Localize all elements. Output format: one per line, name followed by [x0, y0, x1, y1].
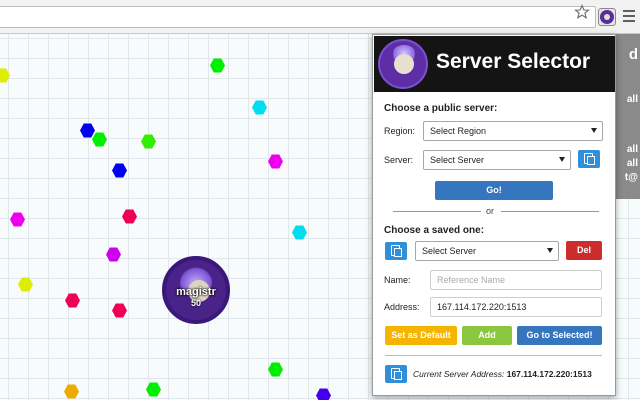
- address-bar[interactable]: [0, 6, 596, 28]
- or-label: or: [485, 206, 494, 216]
- star-icon[interactable]: [574, 4, 590, 20]
- food-pellet: [92, 132, 107, 147]
- food-pellet: [268, 154, 283, 169]
- popup-title: Server Selector: [436, 50, 591, 73]
- server-selector-extension-icon[interactable]: [598, 8, 616, 26]
- copy-public-server-button[interactable]: [578, 150, 600, 168]
- public-server-select[interactable]: Select Server: [423, 150, 571, 170]
- region-label: Region:: [384, 126, 416, 136]
- panel-text: t@: [624, 172, 638, 183]
- panel-text: d: [628, 46, 638, 63]
- public-server-select-value: Select Server: [430, 155, 485, 165]
- food-pellet: [146, 382, 161, 397]
- current-address-value: 167.114.172.220:1513: [506, 369, 592, 379]
- chevron-down-icon: [559, 157, 565, 162]
- panel-text: all: [626, 94, 638, 105]
- server-label: Server:: [384, 155, 414, 165]
- copy-saved-server-button[interactable]: [385, 242, 407, 260]
- food-pellet: [106, 247, 121, 262]
- food-pellet: [122, 209, 137, 224]
- reference-name-input[interactable]: Reference Name: [430, 270, 602, 290]
- player-mass: 50: [190, 298, 201, 308]
- popup-banner: Server Selector: [374, 36, 615, 92]
- divider: [393, 211, 481, 212]
- browser-toolbar: [0, 0, 640, 34]
- moon-logo-icon: [378, 39, 428, 89]
- region-select-value: Select Region: [430, 126, 487, 136]
- food-pellet: [10, 212, 25, 227]
- go-button[interactable]: Go!: [435, 181, 553, 200]
- player-name: magistr: [176, 286, 216, 298]
- food-pellet: [292, 225, 307, 240]
- copy-current-address-button[interactable]: [385, 365, 407, 383]
- food-pellet: [316, 388, 331, 400]
- copy-icon: [584, 153, 595, 165]
- food-pellet: [64, 384, 79, 399]
- set-default-button[interactable]: Set as Default: [385, 326, 457, 345]
- food-pellet: [268, 362, 283, 377]
- moon-logo-icon: [600, 10, 614, 24]
- current-address: Current Server Address: 167.114.172.220:…: [413, 369, 592, 379]
- copy-icon: [391, 368, 402, 380]
- hamburger-menu-icon[interactable]: [623, 10, 635, 22]
- chevron-down-icon: [591, 128, 597, 133]
- food-pellet: [112, 303, 127, 318]
- food-pellet: [65, 293, 80, 308]
- server-selector-popup: Server Selector Choose a public server: …: [372, 34, 616, 396]
- current-address-label: Current Server Address:: [413, 369, 505, 379]
- food-pellet: [18, 277, 33, 292]
- go-to-selected-button[interactable]: Go to Selected!: [517, 326, 602, 345]
- public-server-heading: Choose a public server:: [384, 103, 498, 114]
- copy-icon: [391, 245, 402, 257]
- saved-server-heading: Choose a saved one:: [384, 225, 485, 236]
- address-input[interactable]: 167.114.172.220:1513: [430, 297, 602, 317]
- food-pellet: [210, 58, 225, 73]
- chevron-down-icon: [547, 248, 553, 253]
- region-select[interactable]: Select Region: [423, 121, 603, 141]
- panel-text: all: [626, 158, 638, 169]
- divider: [501, 211, 599, 212]
- food-pellet: [0, 68, 10, 83]
- game-side-panel: d all all all t@: [614, 34, 640, 199]
- player-cell: magistr 50: [162, 256, 230, 324]
- moon-icon: [394, 54, 414, 74]
- saved-server-select[interactable]: Select Server: [415, 241, 559, 261]
- panel-text: all: [626, 144, 638, 155]
- saved-server-select-value: Select Server: [422, 246, 477, 256]
- food-pellet: [141, 134, 156, 149]
- name-label: Name:: [384, 275, 411, 285]
- food-pellet: [112, 163, 127, 178]
- food-pellet: [252, 100, 267, 115]
- address-label: Address:: [384, 302, 420, 312]
- delete-saved-button[interactable]: Del: [566, 241, 602, 260]
- divider: [385, 355, 602, 356]
- add-button[interactable]: Add: [462, 326, 512, 345]
- food-pellet: [80, 123, 95, 138]
